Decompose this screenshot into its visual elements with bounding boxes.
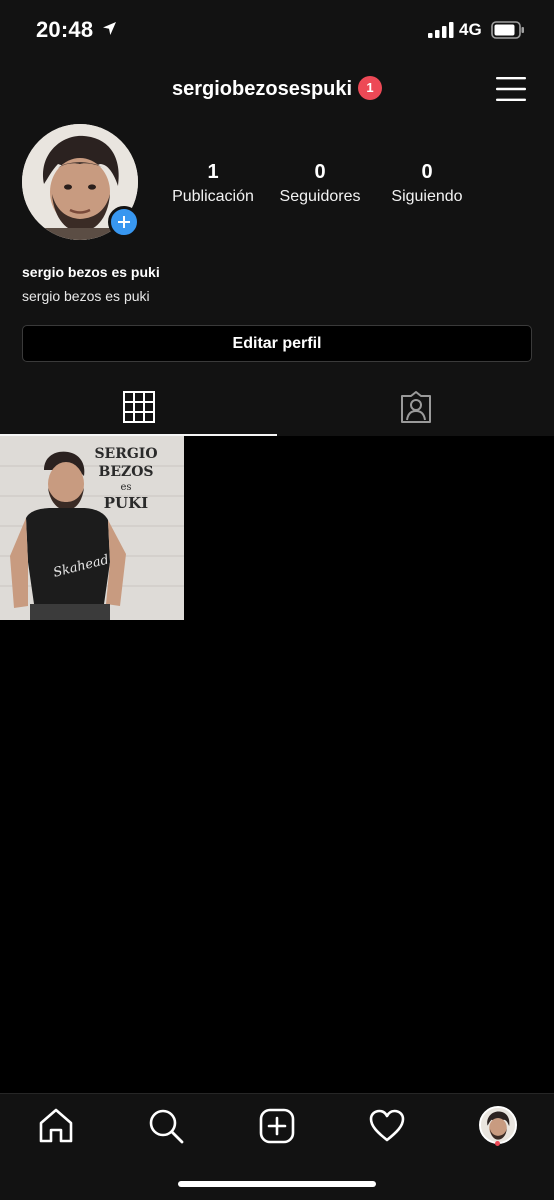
following-label: Siguiendo bbox=[391, 188, 463, 205]
status-time: 20:48 bbox=[36, 17, 94, 42]
notification-dot bbox=[495, 1141, 500, 1146]
username-title[interactable]: sergiobezosespuki bbox=[172, 78, 352, 101]
tab-tagged[interactable] bbox=[277, 386, 554, 436]
search-icon[interactable] bbox=[146, 1106, 186, 1146]
post-title-line-1: SERGIO bbox=[94, 446, 157, 462]
tagged-icon bbox=[401, 391, 431, 423]
grid-icon bbox=[123, 391, 155, 423]
profile-avatar-icon[interactable] bbox=[479, 1106, 517, 1144]
stat-posts[interactable]: 1 Publicación bbox=[153, 161, 273, 206]
stat-following[interactable]: 0 Siguiendo bbox=[367, 161, 487, 206]
new-post-icon[interactable] bbox=[257, 1106, 297, 1146]
activity-heart-icon[interactable] bbox=[367, 1106, 407, 1146]
followers-label: Seguidores bbox=[279, 188, 361, 205]
tab-posts-grid[interactable] bbox=[0, 386, 277, 436]
edit-profile-button[interactable]: Editar perfil bbox=[22, 325, 532, 362]
display-name: sergio bezos es puki bbox=[22, 264, 160, 280]
post-title-line-3: es bbox=[120, 482, 131, 493]
stat-followers[interactable]: 0 Seguidores bbox=[260, 161, 380, 206]
post-image: SERGIO BEZOS es PUKI Skahead bbox=[0, 436, 184, 620]
nav-avatar-photo bbox=[481, 1108, 515, 1142]
post-title-line-4: PUKI bbox=[104, 494, 148, 512]
followers-count: 0 bbox=[314, 161, 326, 183]
battery-icon bbox=[491, 21, 524, 39]
menu-icon[interactable] bbox=[496, 76, 526, 102]
location-arrow-icon bbox=[103, 22, 116, 35]
post-title-line-2: BEZOS bbox=[98, 464, 153, 480]
add-story-button[interactable] bbox=[108, 206, 140, 238]
status-bar: 20:48 4G bbox=[0, 0, 554, 60]
notification-badge[interactable]: 1 bbox=[358, 76, 382, 100]
bio-text: sergio bezos es puki bbox=[22, 288, 150, 304]
home-icon[interactable] bbox=[36, 1106, 76, 1146]
posts-label: Publicación bbox=[172, 188, 254, 205]
home-indicator[interactable] bbox=[178, 1181, 376, 1187]
post-thumbnail[interactable]: SERGIO BEZOS es PUKI Skahead bbox=[0, 436, 184, 620]
signal-bars-icon bbox=[428, 22, 454, 38]
posts-count: 1 bbox=[207, 161, 219, 183]
network-type: 4G bbox=[459, 20, 482, 39]
following-count: 0 bbox=[421, 161, 433, 183]
profile-username-header[interactable]: sergiobezosespuki 1 bbox=[0, 75, 554, 105]
